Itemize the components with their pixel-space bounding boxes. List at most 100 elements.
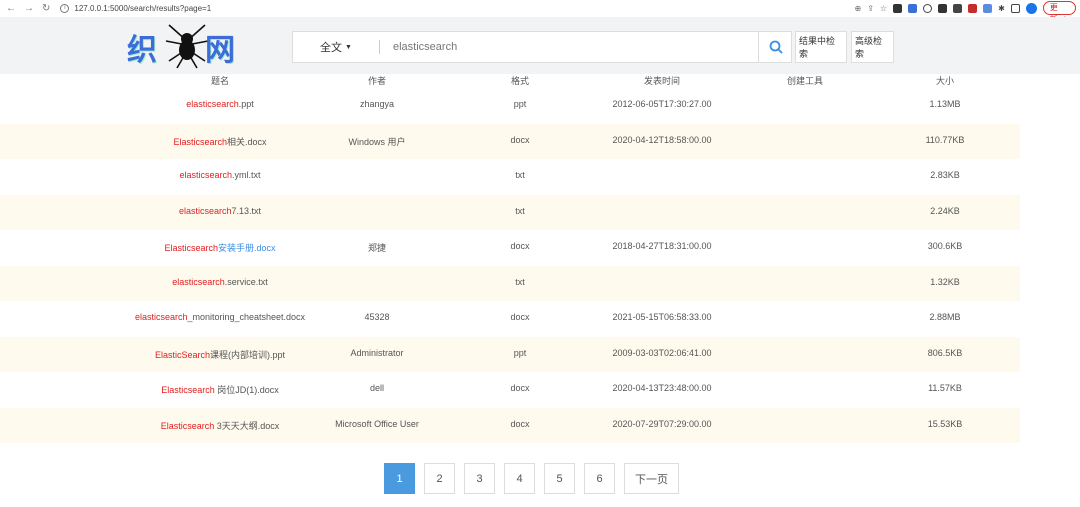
site-info-icon[interactable]: i	[60, 4, 70, 13]
search-button[interactable]	[758, 32, 792, 62]
extensions-area: ⊕ ⇪ ☆ ✱ 更新 ⋮	[854, 1, 1076, 24]
pagination: 1 2 3 4 5 6 下一页	[384, 463, 679, 494]
update-button[interactable]: 更新 ⋮	[1042, 1, 1076, 24]
caret-down-icon: ▼	[345, 43, 352, 51]
title-part[interactable]: elasticsearch	[135, 312, 188, 322]
extension-icon[interactable]	[908, 3, 918, 13]
title-part[interactable]: ElasticSearch	[155, 350, 210, 360]
zoom-icon[interactable]: ⊕	[854, 4, 861, 13]
browser-toolbar: ← → ↻ i 127.0.0.1:5000/search/results?pa…	[0, 0, 1080, 24]
page-button[interactable]: 6	[584, 463, 615, 494]
profile-avatar-icon[interactable]	[1025, 2, 1037, 14]
site-logo[interactable]: 织 网	[125, 19, 275, 69]
result-title-link[interactable]: Elasticsearch 岗位JD(1).docx	[120, 383, 320, 396]
result-size: 15.53KB	[927, 418, 963, 429]
result-format: docx	[510, 383, 530, 393]
title-part[interactable]: elasticsearch	[172, 277, 225, 287]
title-part[interactable]: Elasticsearch	[161, 421, 215, 431]
result-title-link[interactable]: Elasticsearch相关.docx	[120, 135, 320, 148]
extension-icon[interactable]	[893, 3, 903, 13]
title-part[interactable]: 安装手册.docx	[218, 243, 276, 253]
title-part[interactable]: .ppt	[239, 99, 254, 109]
table-row: ElasticSearch课程(内部培训).ppt Administrator pp…	[0, 336, 1020, 372]
result-title-link[interactable]: elasticsearch.service.txt	[120, 277, 320, 287]
result-date: 2018-04-27T18:31:00.00	[612, 241, 712, 251]
title-part[interactable]: 岗位JD(1).docx	[215, 385, 279, 395]
search-input[interactable]: elasticsearch	[393, 32, 753, 62]
title-part[interactable]: 相关.docx	[227, 137, 267, 147]
extension-icon[interactable]	[968, 3, 978, 13]
title-part[interactable]: elasticsearch	[179, 170, 232, 180]
search-in-results-button[interactable]: 结果中检索	[795, 31, 847, 63]
title-part[interactable]: 3天天大纲.docx	[214, 421, 280, 431]
title-part[interactable]: Elasticsearch	[173, 137, 227, 147]
result-format: docx	[510, 241, 530, 251]
extension-icon[interactable]	[923, 3, 933, 13]
result-title-link[interactable]: Elasticsearch 3天天大纲.docx	[120, 419, 320, 432]
column-header-author: 作者	[367, 76, 386, 86]
page-button[interactable]: 2	[424, 463, 455, 494]
table-row: elasticsearch.ppt zhangya ppt 2012-06-05T17…	[0, 88, 1020, 124]
extension-icon[interactable]	[983, 3, 993, 13]
result-format: txt	[515, 205, 525, 216]
result-title-link[interactable]: elasticsearch7.13.txt	[120, 206, 320, 216]
column-header-size: 大小	[935, 76, 954, 86]
table-row: Elasticsearch安装手册.docx 郑捷 docx 2018-04-27T1…	[0, 230, 1020, 266]
bookmark-star-icon[interactable]: ☆	[880, 4, 887, 13]
extension-icon[interactable]	[953, 3, 963, 13]
result-date: 2020-07-29T07:29:00.00	[612, 418, 712, 429]
back-icon[interactable]: ←	[6, 3, 16, 14]
search-box: 全文 ▼ elasticsearch	[292, 31, 792, 63]
table-row: elasticsearch.service.txt txt 1.32KB	[0, 265, 1020, 301]
advanced-search-button[interactable]: 高级检索	[851, 31, 894, 63]
result-title-link[interactable]: Elasticsearch安装手册.docx	[120, 241, 320, 254]
search-scope-dropdown[interactable]: 全文 ▼	[293, 32, 379, 62]
reload-icon[interactable]: ↻	[42, 3, 50, 14]
page-button[interactable]: 1	[384, 463, 415, 494]
address-text[interactable]: 127.0.0.1:5000/search/results?page=1	[74, 4, 211, 13]
result-title-link[interactable]: elasticsearch.ppt	[120, 99, 320, 109]
result-size: 11.57KB	[928, 383, 962, 393]
result-author: 郑捷	[367, 243, 386, 253]
result-size: 806.5KB	[927, 347, 963, 358]
result-size: 110.77KB	[925, 134, 965, 145]
table-row: Elasticsearch 3天天大纲.docx Microsoft Office…	[0, 407, 1020, 443]
spider-icon	[165, 24, 209, 69]
result-format: docx	[510, 312, 530, 322]
result-author: Administrator	[350, 347, 404, 358]
result-title-link[interactable]: elasticsearch_monitoring_cheatsheet.docx	[120, 312, 320, 322]
title-part[interactable]: elasticsearch	[179, 206, 232, 216]
result-title-link[interactable]: ElasticSearch课程(内部培训).ppt	[120, 348, 320, 361]
result-date: 2020-04-13T23:48:00.00	[612, 383, 712, 393]
extension-icon[interactable]	[938, 3, 948, 13]
result-author: Windows 用户	[348, 136, 406, 147]
title-part[interactable]: .yml.txt	[232, 170, 261, 180]
page-button[interactable]: 5	[544, 463, 575, 494]
table-row: elasticsearch_monitoring_cheatsheet.docx…	[0, 301, 1020, 337]
result-size: 2.88MB	[929, 312, 961, 322]
table-row: Elasticsearch 岗位JD(1).docx dell docx 2020-0…	[0, 372, 1020, 408]
result-format: ppt	[513, 99, 527, 109]
title-part[interactable]: 7.13.txt	[232, 206, 262, 216]
puzzle-icon[interactable]: ✱	[998, 4, 1005, 13]
divider	[379, 40, 380, 54]
title-part[interactable]: .service.txt	[225, 277, 268, 287]
title-part[interactable]: 课程(内部培训).ppt	[210, 350, 285, 360]
address-bar[interactable]: i 127.0.0.1:5000/search/results?page=1	[60, 4, 211, 13]
table-header: 题名 作者 格式 发表时间 创建工具 大小	[0, 74, 1020, 88]
title-part[interactable]: Elasticsearch	[164, 243, 218, 253]
forward-icon[interactable]: →	[24, 3, 34, 14]
title-part[interactable]: elasticsearch	[186, 99, 239, 109]
title-part[interactable]: Elasticsearch	[161, 385, 215, 395]
share-icon[interactable]: ⇪	[867, 4, 874, 13]
search-icon	[769, 40, 783, 54]
table-row: elasticsearch7.13.txt txt 2.24KB	[0, 194, 1020, 230]
result-title-link[interactable]: elasticsearch.yml.txt	[120, 170, 320, 180]
result-format: txt	[515, 276, 525, 287]
next-page-button[interactable]: 下一页	[624, 463, 679, 494]
page-button[interactable]: 4	[504, 463, 535, 494]
title-part[interactable]: _monitoring_cheatsheet.docx	[187, 312, 305, 322]
sidebar-icon[interactable]	[1010, 3, 1020, 13]
page-button[interactable]: 3	[464, 463, 495, 494]
result-size: 300.6KB	[927, 241, 963, 251]
